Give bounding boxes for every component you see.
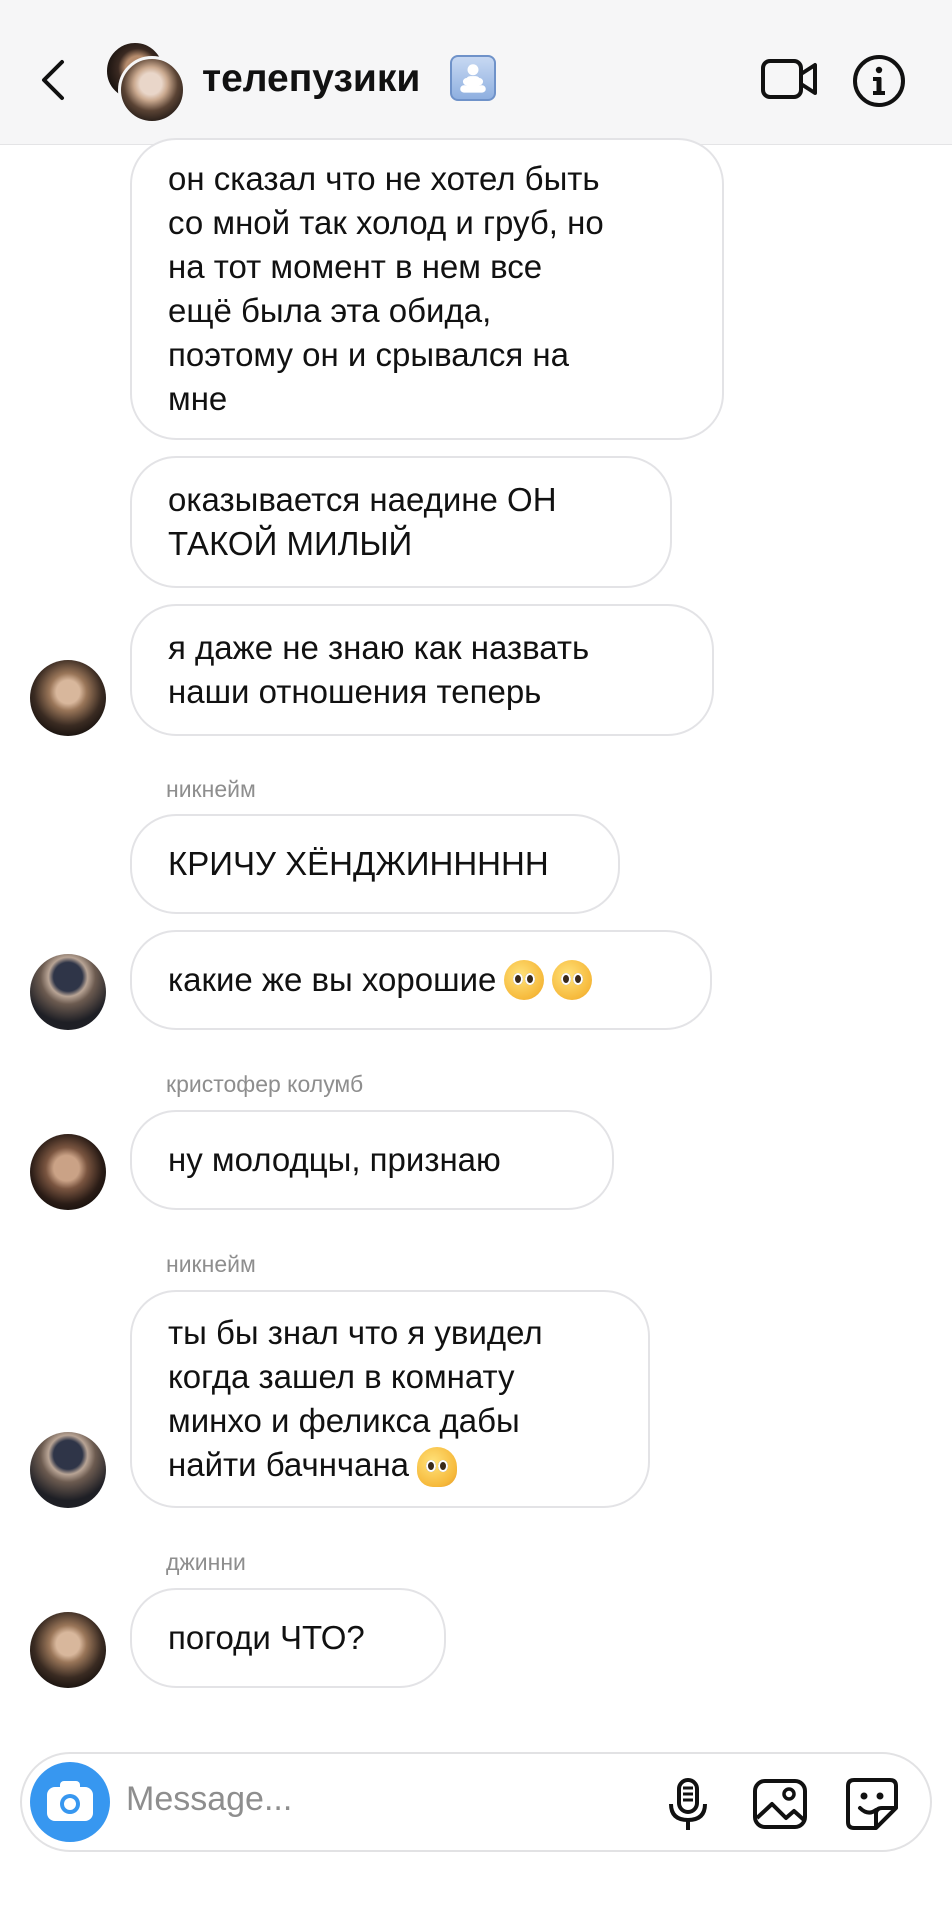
message-composer[interactable]: Message...	[20, 1752, 932, 1852]
message-bubble[interactable]: КРИЧУ ХЁНДЖИННННН	[130, 814, 620, 914]
video-call-icon[interactable]	[760, 56, 818, 102]
message-text: ты бы знал что я увидел когда зашел в ко…	[168, 1311, 543, 1488]
avatar[interactable]	[30, 1134, 106, 1210]
message-bubble[interactable]: какие же вы хорошие	[130, 930, 712, 1030]
message-bubble[interactable]: ты бы знал что я увидел когда зашел в ко…	[130, 1290, 650, 1508]
sender-name: кристофер колумб	[166, 1071, 364, 1097]
gallery-icon[interactable]	[750, 1774, 810, 1834]
chat-header: телепузики	[0, 0, 952, 145]
message-text: он сказал что не хотел быть со мной так …	[168, 160, 604, 417]
avatar[interactable]	[30, 660, 106, 736]
message-bubble[interactable]: я даже не знаю как назвать наши отношени…	[130, 604, 714, 736]
chat-title[interactable]: телепузики	[202, 54, 420, 104]
pleading-face-emoji-icon	[504, 960, 545, 1000]
avatar[interactable]	[30, 954, 106, 1030]
message-text: какие же вы хорошие	[168, 961, 497, 998]
sender-name: никнейм	[166, 776, 256, 802]
avatar[interactable]	[30, 1432, 106, 1508]
message-text: оказывается наедине ОН ТАКОЙ МИЛЫЙ	[168, 481, 557, 562]
back-chevron-icon[interactable]	[34, 56, 74, 104]
melting-face-emoji-icon	[417, 1447, 458, 1488]
info-icon[interactable]	[852, 54, 906, 108]
message-bubble[interactable]: погоди ЧТО?	[130, 1588, 446, 1688]
microphone-icon[interactable]	[658, 1774, 718, 1834]
pleading-face-emoji-icon	[552, 960, 593, 1000]
camera-icon	[47, 1781, 93, 1821]
message-bubble[interactable]: ну молодцы, признаю	[130, 1110, 614, 1210]
avatar[interactable]	[30, 1612, 106, 1688]
message-input[interactable]: Message...	[126, 1780, 292, 1819]
message-text: КРИЧУ ХЁНДЖИННННН	[168, 845, 549, 882]
message-text: я даже не знаю как назвать наши отношени…	[168, 629, 590, 710]
message-text: ну молодцы, признаю	[168, 1141, 501, 1178]
message-bubble[interactable]: он сказал что не хотел быть со мной так …	[130, 138, 724, 440]
sender-name: никнейм	[166, 1251, 256, 1277]
sticker-icon[interactable]	[842, 1774, 902, 1834]
message-bubble[interactable]: оказывается наедине ОН ТАКОЙ МИЛЫЙ	[130, 456, 672, 588]
camera-button[interactable]	[30, 1762, 110, 1842]
group-avatar-front[interactable]	[118, 56, 186, 124]
message-text: погоди ЧТО?	[168, 1619, 365, 1656]
group-badge-icon	[450, 55, 496, 101]
sender-name: джинни	[166, 1549, 246, 1575]
